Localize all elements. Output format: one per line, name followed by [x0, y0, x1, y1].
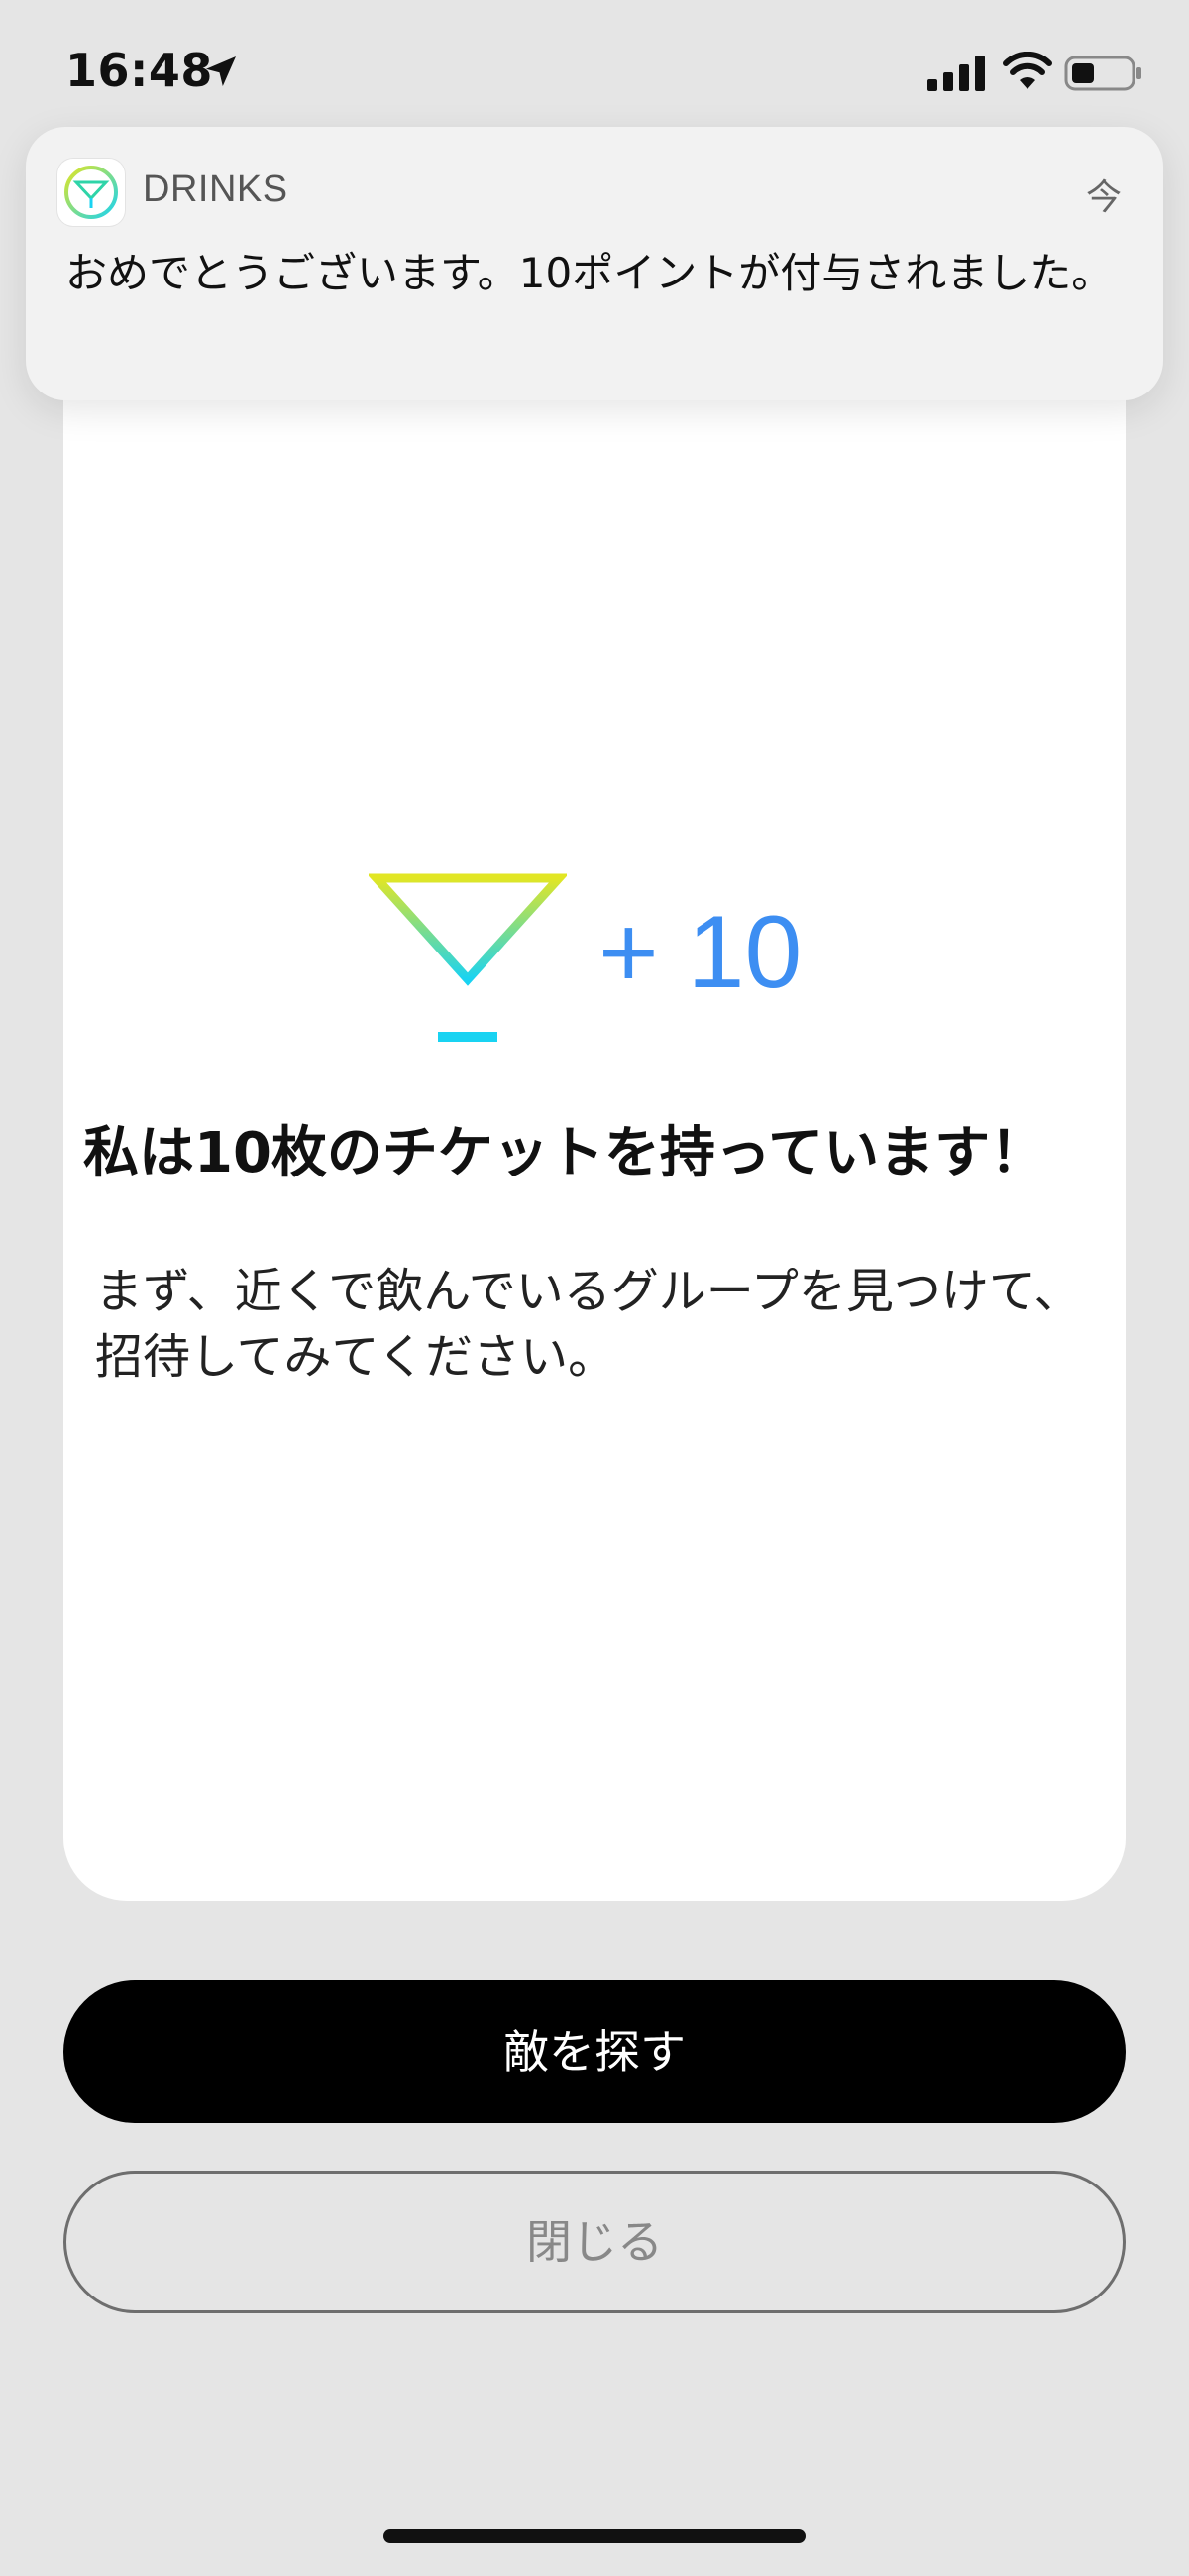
battery-icon — [1064, 56, 1141, 91]
reward-points: + 10 — [598, 895, 803, 1010]
status-time: 16:48 — [65, 44, 213, 97]
drinks-cocktail-icon — [57, 159, 125, 226]
notification-message: おめでとうございます。10ポイントが付与されました。 — [65, 249, 1114, 297]
card-message: まず、近くで飲んでいるグループを見つけて、招待してみてください。 — [95, 1264, 1082, 1385]
cocktail-glass-icon — [369, 873, 567, 1042]
location-arrow-icon — [206, 56, 236, 86]
reward-row: + 10 — [63, 872, 1126, 1070]
notification-app-name: DRINKS — [143, 168, 288, 210]
home-indicator[interactable] — [383, 2529, 806, 2543]
reward-card: + 10 私は10枚のチケットを持っています！ まず、近くで飲んでいるグループを… — [63, 258, 1126, 1901]
push-notification[interactable]: DRINKS 今 おめでとうございます。10ポイントが付与されました。 — [26, 127, 1163, 400]
status-bar: 16:48 — [0, 0, 1189, 139]
signal-icon — [927, 56, 985, 91]
drinks-logo-icon — [64, 166, 118, 219]
notification-time: 今 — [1085, 177, 1122, 218]
wifi-icon — [1003, 52, 1052, 89]
find-enemy-button[interactable]: 敵を探す — [63, 1980, 1126, 2123]
ticket-count-title: 私は10枚のチケットを持っています！ — [83, 1121, 1046, 1185]
close-button[interactable]: 閉じる — [63, 2171, 1126, 2313]
